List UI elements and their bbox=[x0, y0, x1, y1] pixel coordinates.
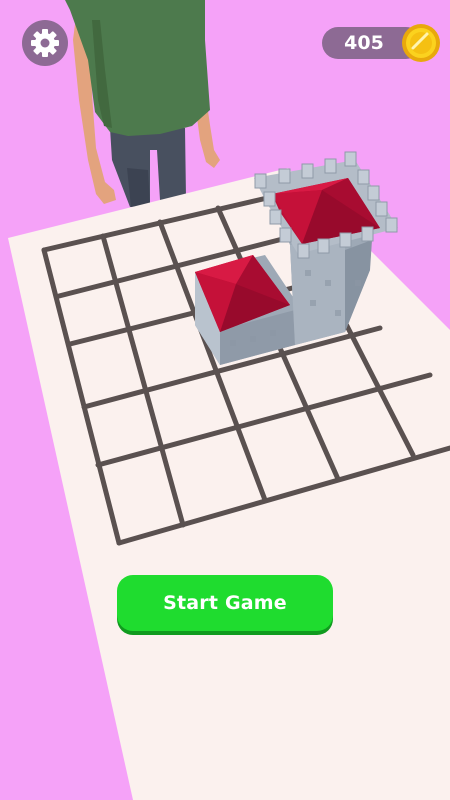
start-game-label: Start Game bbox=[163, 592, 287, 614]
settings-button[interactable] bbox=[22, 20, 68, 66]
gear-icon bbox=[31, 29, 59, 57]
coin-count: 405 bbox=[344, 32, 384, 54]
start-game-button[interactable]: Start Game bbox=[117, 575, 333, 631]
game-scene bbox=[0, 0, 450, 800]
gold-coin-icon bbox=[402, 24, 440, 62]
